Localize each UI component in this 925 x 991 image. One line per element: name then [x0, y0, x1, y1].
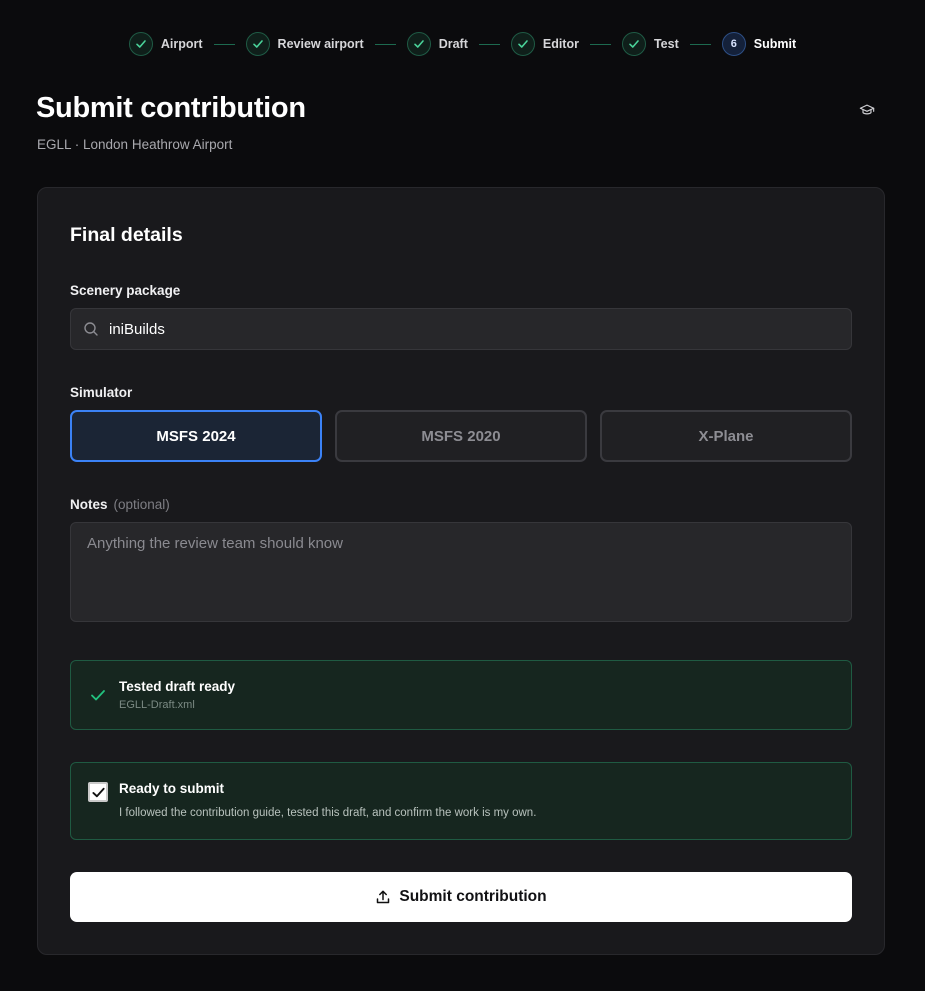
graduation-cap-icon[interactable] — [858, 101, 876, 119]
check-icon — [406, 32, 431, 56]
ready-to-submit-title: Ready to submit — [119, 781, 225, 796]
step-number: 6 — [721, 32, 746, 56]
check-icon — [510, 32, 535, 56]
step-review-airport[interactable]: Review airport — [245, 32, 364, 56]
step-label: Submit — [753, 37, 797, 51]
notes-label: Notes (optional) — [70, 497, 170, 512]
simulator-selector: MSFS 2024 MSFS 2020 X-Plane — [70, 410, 852, 462]
step-editor[interactable]: Editor — [510, 32, 579, 56]
search-icon — [83, 321, 99, 337]
scenery-package-search[interactable] — [70, 308, 852, 350]
card-title: Final details — [70, 224, 183, 246]
step-label: Airport — [160, 37, 203, 51]
step-draft[interactable]: Draft — [406, 32, 468, 56]
step-connector — [589, 43, 611, 45]
check-icon — [621, 32, 646, 56]
final-details-card: Final details Scenery package Simulator … — [37, 187, 885, 955]
step-label: Draft — [438, 37, 468, 51]
ready-to-submit-checkbox[interactable] — [88, 782, 108, 802]
submit-contribution-button[interactable]: Submit contribution — [70, 872, 852, 922]
step-submit: 6 Submit — [721, 32, 797, 56]
check-icon — [128, 32, 153, 56]
notes-textarea[interactable] — [70, 522, 852, 622]
check-icon — [245, 32, 270, 56]
step-airport[interactable]: Airport — [128, 32, 203, 56]
draft-status-box: Tested draft ready EGLL-Draft.xml — [70, 660, 852, 730]
step-test[interactable]: Test — [621, 32, 679, 56]
simulator-option-x-plane[interactable]: X-Plane — [600, 410, 852, 462]
scenery-package-input[interactable] — [109, 320, 829, 338]
step-connector — [478, 43, 500, 45]
scenery-package-label: Scenery package — [70, 283, 181, 298]
progress-stepper: Airport Review airport Draft Editor Test… — [0, 31, 925, 57]
simulator-label: Simulator — [70, 385, 133, 400]
upload-icon — [375, 889, 391, 905]
step-label: Test — [653, 37, 679, 51]
check-icon — [89, 686, 107, 704]
notes-label-text: Notes — [70, 497, 108, 512]
step-label: Review airport — [277, 37, 364, 51]
draft-file-name: EGLL-Draft.xml — [119, 699, 195, 711]
draft-status-title: Tested draft ready — [119, 679, 236, 694]
step-label: Editor — [542, 37, 579, 51]
step-connector — [213, 43, 235, 45]
optional-hint: (optional) — [113, 497, 170, 512]
ready-to-submit-text: I followed the contribution guide, teste… — [119, 807, 537, 819]
step-connector — [689, 43, 711, 45]
step-connector — [374, 43, 396, 45]
ready-to-submit-box: Ready to submit I followed the contribut… — [70, 762, 852, 840]
submit-button-label: Submit contribution — [399, 888, 547, 905]
simulator-option-msfs-2020[interactable]: MSFS 2020 — [335, 410, 587, 462]
page-subtitle: EGLL · London Heathrow Airport — [37, 137, 233, 152]
simulator-option-msfs-2024[interactable]: MSFS 2024 — [70, 410, 322, 462]
page-title: Submit contribution — [36, 92, 306, 124]
